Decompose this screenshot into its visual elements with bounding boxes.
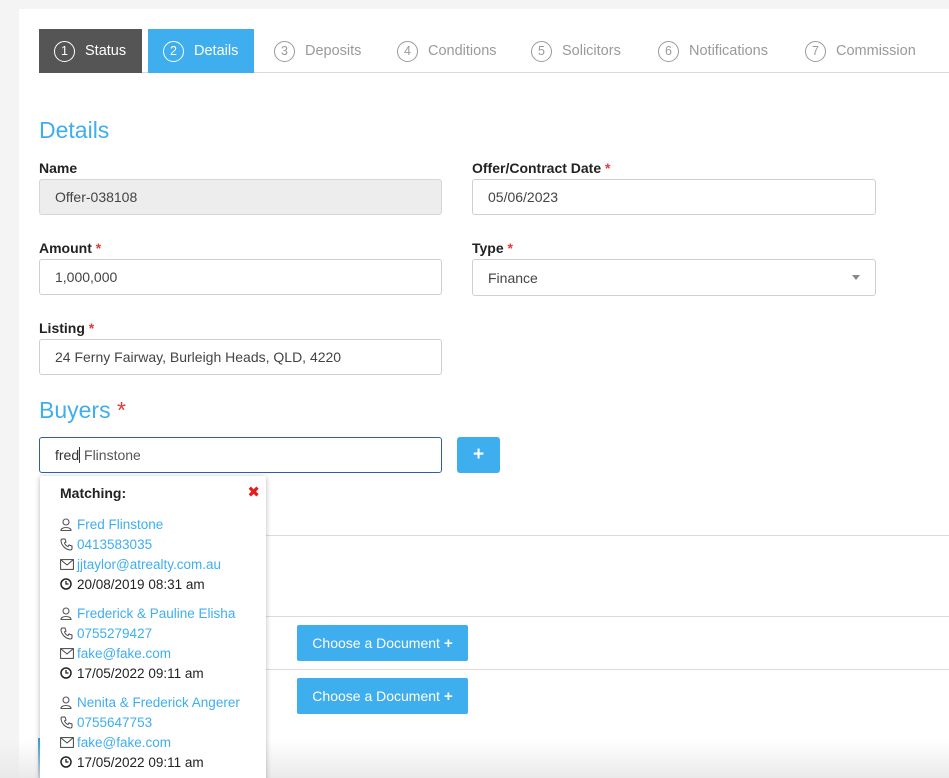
phone-icon (60, 538, 77, 551)
step-conditions[interactable]: 4 Conditions (397, 29, 497, 73)
buyer-typed-text: fred (55, 447, 80, 463)
user-icon (60, 606, 77, 620)
match-phone-link[interactable]: 0755279427 (77, 626, 152, 641)
match-name-link[interactable]: Nenita & Frederick Angerer (77, 695, 240, 710)
amount-field[interactable]: 1,000,000 (39, 259, 442, 295)
step-notifications[interactable]: 6 Notifications (658, 29, 768, 73)
step-number: 5 (531, 40, 552, 62)
step-label: Deposits (305, 43, 362, 59)
step-commission[interactable]: 7 Commission (805, 29, 916, 73)
match-date: 20/08/2019 08:31 am (77, 576, 205, 592)
step-label: Commission (836, 43, 916, 59)
clock-icon (60, 578, 77, 590)
phone-icon (60, 716, 77, 729)
type-select[interactable]: Finance (472, 259, 876, 296)
match-item[interactable]: Fred Flinstone 0413583035 jjtaylor@atrea… (60, 514, 266, 594)
step-status[interactable]: 1 Status (39, 29, 143, 73)
phone-icon (60, 627, 77, 640)
match-email-link[interactable]: fake@fake.com (77, 735, 171, 750)
type-label: Type * (472, 240, 513, 256)
details-title: Details (39, 117, 110, 143)
match-phone-link[interactable]: 0755647753 (77, 715, 152, 730)
step-label: Details (194, 43, 239, 59)
match-email-link[interactable]: jjtaylor@atrealty.com.au (77, 557, 221, 572)
envelope-icon (60, 647, 77, 659)
choose-document-button[interactable]: Choose a Document + (297, 678, 468, 714)
user-icon (60, 695, 77, 709)
add-buyer-button[interactable]: + (457, 437, 500, 473)
matching-heading: Matching: (60, 485, 127, 501)
match-item[interactable]: Frederick & Pauline Elisha 0755279427 fa… (60, 603, 266, 683)
match-name-link[interactable]: Frederick & Pauline Elisha (77, 606, 235, 621)
close-icon[interactable]: ✖ (247, 483, 260, 501)
buyer-search-input[interactable]: fred Flinstone (39, 437, 442, 473)
clock-icon (60, 756, 77, 768)
choose-document-label: Choose a Document (312, 688, 440, 704)
match-name-link[interactable]: Fred Flinstone (77, 517, 163, 532)
buyer-matching-dropdown: Matching: ✖ Fred Flinstone 0413583035 jj… (40, 476, 266, 778)
user-icon (60, 517, 77, 531)
step-number: 3 (274, 40, 295, 62)
offer-date-field[interactable]: 05/06/2023 (472, 179, 876, 215)
caret-down-icon (852, 275, 860, 280)
step-number: 7 (805, 40, 826, 62)
step-details[interactable]: 2 Details (148, 29, 255, 73)
listing-label: Listing * (39, 320, 95, 336)
wizard-steps: 1 Status 2 Details 3 Deposits 4 Conditio… (39, 29, 949, 73)
envelope-icon (60, 736, 77, 748)
amount-label: Amount * (39, 240, 102, 256)
match-item[interactable]: Nenita & Frederick Angerer 0755647753 fa… (60, 692, 266, 772)
step-number: 1 (54, 40, 75, 62)
match-date: 17/05/2022 09:11 am (77, 665, 204, 681)
step-number: 6 (658, 40, 679, 62)
buyers-title: Buyers * (39, 397, 126, 423)
match-date: 17/05/2022 09:11 am (77, 754, 204, 770)
envelope-icon (60, 558, 77, 570)
choose-document-label: Choose a Document (312, 635, 440, 651)
name-field: Offer-038108 (39, 179, 442, 215)
offer-date-label: Offer/Contract Date * (472, 160, 611, 176)
choose-document-button[interactable]: Choose a Document + (297, 625, 468, 661)
plus-icon: + (443, 687, 453, 705)
clock-icon (60, 667, 77, 679)
divider (264, 616, 949, 617)
step-label: Solicitors (562, 43, 621, 59)
step-number: 4 (397, 40, 418, 62)
step-solicitors[interactable]: 5 Solicitors (531, 29, 621, 73)
step-deposits[interactable]: 3 Deposits (274, 29, 361, 73)
step-label: Conditions (428, 43, 497, 59)
step-label: Notifications (689, 43, 768, 59)
buyer-autocomplete-text: Flinstone (80, 447, 141, 463)
match-email-link[interactable]: fake@fake.com (77, 646, 171, 661)
divider (264, 535, 949, 536)
name-label: Name (39, 160, 78, 176)
listing-field[interactable]: 24 Ferny Fairway, Burleigh Heads, QLD, 4… (39, 339, 442, 375)
match-phone-link[interactable]: 0413583035 (77, 537, 152, 552)
step-label: Status (85, 43, 127, 59)
divider (264, 669, 949, 670)
step-number: 2 (163, 40, 184, 62)
type-selected-value: Finance (488, 269, 538, 286)
plus-icon: + (443, 634, 453, 652)
